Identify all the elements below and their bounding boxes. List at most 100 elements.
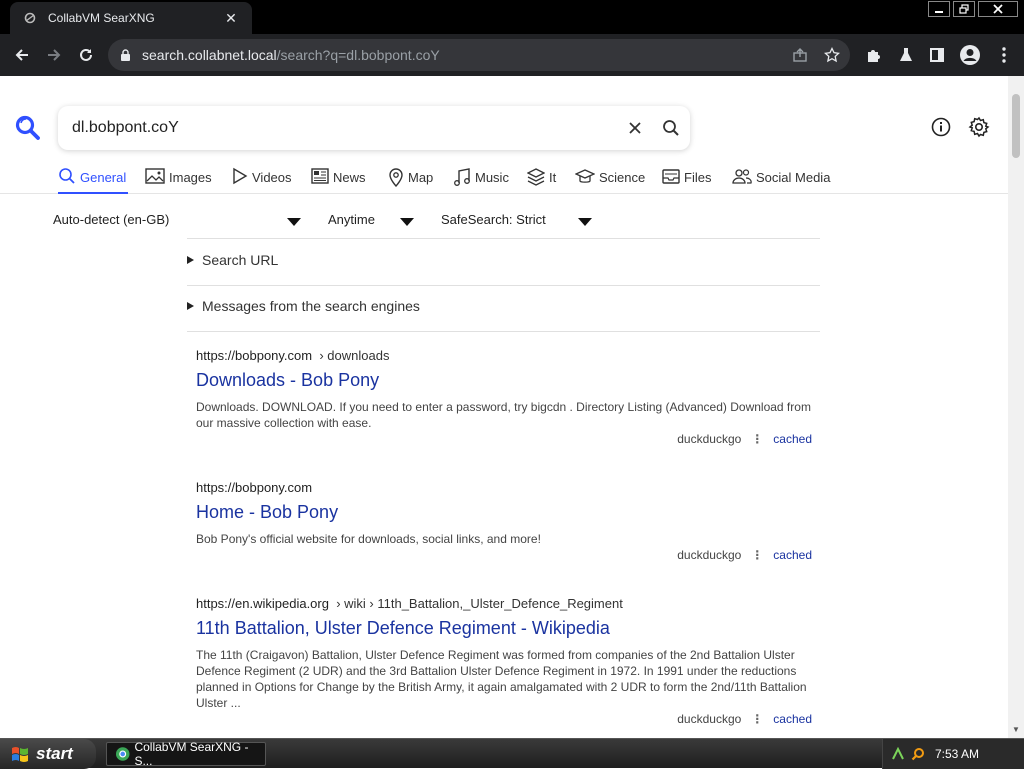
extensions-puzzle-icon[interactable] [860,41,888,69]
people-icon [732,169,752,184]
result-url[interactable]: https://bobpony.com › downloads [196,348,816,363]
result-url-host: https://bobpony.com [196,348,313,363]
cached-link[interactable]: cached [773,432,812,446]
expander-label: Messages from the search engines [202,298,420,314]
close-window-button[interactable] [978,1,1018,17]
inbox-icon [662,169,680,184]
searxng-logo-icon[interactable] [14,114,42,142]
windows-taskbar: start CollabVM SearXNG - S... 7:53 AM [0,738,1024,769]
profile-avatar-icon[interactable] [956,41,984,69]
bookmark-star-icon[interactable] [814,47,850,63]
result-title-link[interactable]: Downloads - Bob Pony [196,370,816,391]
system-tray: 7:53 AM [882,739,1024,769]
address-bar[interactable]: search.collabnet.local/search?q=dl.bobpo… [108,39,850,71]
tab-social-media[interactable]: Social Media [732,164,830,194]
map-pin-icon [389,168,403,187]
browser-menu-icon[interactable] [990,41,1018,69]
cached-link[interactable]: cached [773,712,812,726]
time-range-select[interactable]: Anytime [328,212,375,227]
language-select[interactable]: Auto-detect (en-GB) [53,212,169,227]
more-options-icon[interactable]: ⋮ [751,713,763,725]
tab-files[interactable]: Files [662,164,711,194]
taskbar-window-title: CollabVM SearXNG - S... [134,740,249,768]
result-url[interactable]: https://en.wikipedia.org › wiki › 11th_B… [196,596,816,611]
tab-close-icon[interactable]: ✕ [222,9,240,27]
safesearch-dropdown-caret-icon[interactable] [578,218,592,226]
result-title-link[interactable]: 11th Battalion, Ulster Defence Regiment … [196,618,816,639]
reload-icon [80,48,92,61]
tab-music[interactable]: Music [453,164,509,194]
result-engine: duckduckgo [677,432,742,446]
tab-map[interactable]: Map [388,164,433,194]
tab-label: General [80,170,127,185]
windows-flag-icon [12,747,28,762]
tab-images[interactable]: Images [145,164,212,194]
about-info-icon[interactable] [928,114,954,140]
search-input[interactable]: dl.bobpont.coY [58,119,618,137]
reload-button[interactable] [72,41,100,69]
tab-label: Science [599,170,646,185]
engine-messages-expander[interactable]: Messages from the search engines [187,298,420,314]
side-panel-icon[interactable] [923,41,951,69]
layers-icon [527,168,545,186]
scrollbar-thumb[interactable] [1012,94,1020,158]
search-result: https://bobpony.com › downloads Download… [196,348,816,458]
result-url[interactable]: https://bobpony.com [196,480,816,495]
tab-news[interactable]: News [311,164,366,194]
more-options-icon[interactable]: ⋮ [751,549,763,561]
network-icon[interactable] [891,747,905,761]
result-engine: duckduckgo [677,712,742,726]
language-dropdown-caret-icon[interactable] [287,218,301,226]
cached-link[interactable]: cached [773,548,812,562]
result-title-link[interactable]: Home - Bob Pony [196,502,816,523]
url-path: /search?q=dl.bobpont.coY [276,47,440,63]
clock[interactable]: 7:53 AM [935,747,979,761]
forward-button[interactable] [40,41,68,69]
browser-tab[interactable]: CollabVM SearXNG ✕ [10,2,252,34]
result-meta: duckduckgo ⋮ cached [677,548,812,562]
music-note-icon [454,168,470,186]
tab-label: Map [408,170,434,185]
share-icon[interactable] [786,47,814,63]
search-icon [663,120,679,136]
restore-window-button[interactable] [953,1,975,17]
safesearch-select[interactable]: SafeSearch: Strict [441,212,546,227]
page-scrollbar[interactable]: ▼ [1008,76,1024,738]
search-url-expander[interactable]: Search URL [187,252,278,268]
chrome-app-icon [115,747,130,761]
scroll-down-arrow-icon[interactable]: ▼ [1012,725,1020,734]
result-meta: duckduckgo ⋮ cached [677,712,812,726]
tab-science[interactable]: Science [575,164,645,194]
browser-tab-strip: CollabVM SearXNG ✕ [0,0,1024,34]
back-button[interactable] [8,41,36,69]
time-dropdown-caret-icon[interactable] [400,218,414,226]
result-url-host: https://bobpony.com [196,480,313,495]
tab-title: CollabVM SearXNG [48,11,155,25]
result-url-host: https://en.wikipedia.org [196,596,329,611]
result-breadcrumb: › downloads [319,348,390,363]
tab-label: Images [169,170,212,185]
clear-search-button[interactable] [618,111,652,145]
magnifier-icon [59,168,75,184]
more-options-icon[interactable]: ⋮ [751,433,763,445]
search-submit-button[interactable] [654,111,688,145]
taskbar-window-button[interactable]: CollabVM SearXNG - S... [106,740,266,768]
tab-general[interactable]: General [58,164,128,194]
newspaper-icon [311,168,329,184]
tab-it[interactable]: It [527,164,556,194]
category-tabs: General Images Videos News Map Music It [0,164,1008,194]
expand-triangle-icon [187,256,194,264]
lock-icon [120,48,134,62]
labs-flask-icon[interactable] [892,41,920,69]
search-tray-icon[interactable] [911,747,925,761]
search-result: https://en.wikipedia.org › wiki › 11th_B… [196,596,816,736]
start-button[interactable]: start [0,739,96,769]
back-arrow-icon [15,49,28,61]
tab-videos[interactable]: Videos [232,164,292,194]
clear-icon [629,122,641,134]
forward-arrow-icon [48,49,61,61]
minimize-window-button[interactable] [928,1,950,17]
play-icon [233,167,248,185]
settings-gear-icon[interactable] [966,114,992,140]
start-label: start [36,744,73,763]
